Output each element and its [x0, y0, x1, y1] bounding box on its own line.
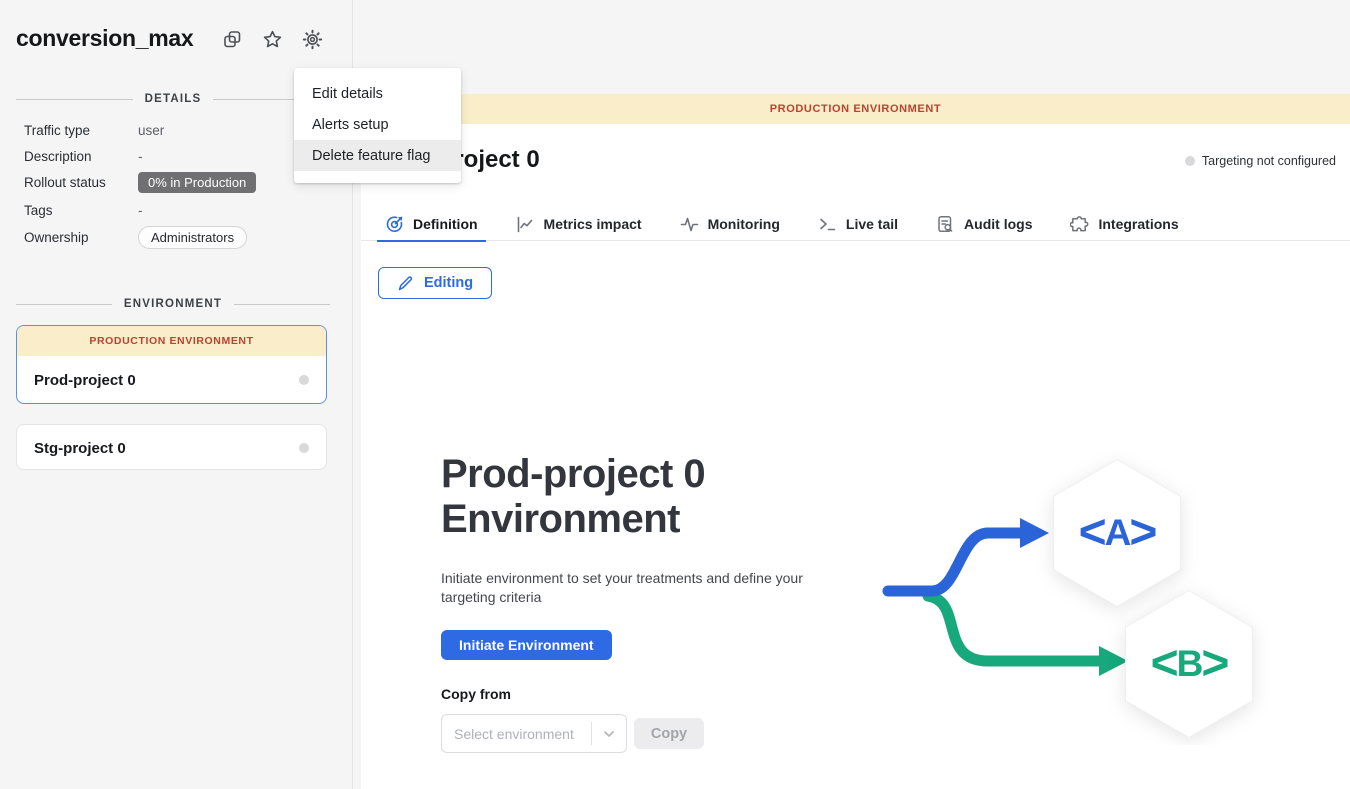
environment-name: Stg-project 0	[34, 440, 126, 457]
ownership-pill: Administrators	[138, 226, 247, 249]
tab-live-tail[interactable]: Live tail	[810, 207, 906, 241]
targeting-status: Targeting not configured	[1185, 154, 1336, 168]
production-environment-label: PRODUCTION ENVIRONMENT	[17, 326, 326, 356]
status-dot	[299, 375, 309, 385]
chevron-down-icon	[591, 722, 626, 745]
chart-icon	[516, 215, 535, 234]
select-placeholder: Select environment	[442, 726, 591, 742]
audit-log-icon	[936, 215, 955, 234]
details-rows: Traffic type user Description - Rollout …	[24, 120, 330, 255]
environment-heading: ENVIRONMENT	[124, 298, 222, 310]
ab-split-illustration: <A> <B>	[880, 450, 1270, 745]
initiate-environment-button[interactable]: Initiate Environment	[441, 630, 612, 660]
copy-button[interactable]: Copy	[634, 718, 704, 749]
tab-monitoring[interactable]: Monitoring	[672, 207, 788, 241]
rollout-status-badge: 0% in Production	[138, 172, 256, 193]
tab-metrics-impact[interactable]: Metrics impact	[508, 207, 650, 241]
pulse-icon	[680, 215, 699, 234]
environment-select[interactable]: Select environment	[441, 714, 627, 753]
variant-b-hexagon: <B>	[1126, 591, 1253, 738]
copy-from-label: Copy from	[441, 686, 511, 702]
gear-icon[interactable]	[302, 29, 323, 50]
tab-definition[interactable]: Definition	[377, 207, 486, 241]
status-dot	[299, 443, 309, 453]
tab-bar: Definition Metrics impact Monitoring	[377, 207, 1187, 241]
pencil-icon	[397, 275, 414, 292]
page-title: conversion_max	[16, 25, 193, 52]
detail-row-tags: Tags -	[24, 200, 330, 220]
svg-text:<B>: <B>	[1151, 637, 1229, 690]
menu-item-delete-feature-flag[interactable]: Delete feature flag	[294, 140, 461, 171]
environment-card-stg[interactable]: Stg-project 0	[16, 424, 327, 470]
target-icon	[385, 215, 404, 234]
copy-icon[interactable]	[222, 29, 243, 50]
detail-row-rollout-status: Rollout status 0% in Production	[24, 172, 330, 193]
variant-a-hexagon: <A>	[1054, 460, 1181, 607]
settings-menu: Edit details Alerts setup Delete feature…	[294, 68, 461, 183]
editing-button[interactable]: Editing	[378, 267, 492, 299]
header-actions	[222, 29, 323, 50]
environment-section-header: ENVIRONMENT	[16, 297, 330, 311]
status-dot	[1185, 156, 1195, 166]
production-environment-banner: PRODUCTION ENVIRONMENT	[361, 94, 1350, 124]
detail-row-ownership: Ownership Administrators	[24, 226, 330, 249]
terminal-icon	[818, 215, 837, 234]
details-heading: DETAILS	[145, 93, 202, 105]
environment-heading: Prod-project 0 Environment	[441, 452, 705, 542]
main-panel: PRODUCTION ENVIRONMENT Prod-project 0 Ta…	[361, 94, 1350, 789]
environment-description: Initiate environment to set your treatme…	[441, 569, 813, 606]
star-icon[interactable]	[262, 29, 283, 50]
menu-item-edit-details[interactable]: Edit details	[294, 78, 461, 109]
svg-text:<A>: <A>	[1079, 506, 1157, 559]
detail-row-traffic-type: Traffic type user	[24, 120, 330, 140]
detail-row-description: Description -	[24, 146, 330, 166]
details-section-header: DETAILS	[16, 92, 330, 106]
targeting-status-label: Targeting not configured	[1202, 154, 1336, 168]
tab-integrations[interactable]: Integrations	[1062, 207, 1186, 241]
puzzle-icon	[1070, 215, 1089, 234]
tab-audit-logs[interactable]: Audit logs	[928, 207, 1040, 241]
environment-card-prod[interactable]: PRODUCTION ENVIRONMENT Prod-project 0	[16, 325, 327, 404]
environment-name: Prod-project 0	[34, 372, 136, 389]
menu-item-alerts-setup[interactable]: Alerts setup	[294, 109, 461, 140]
